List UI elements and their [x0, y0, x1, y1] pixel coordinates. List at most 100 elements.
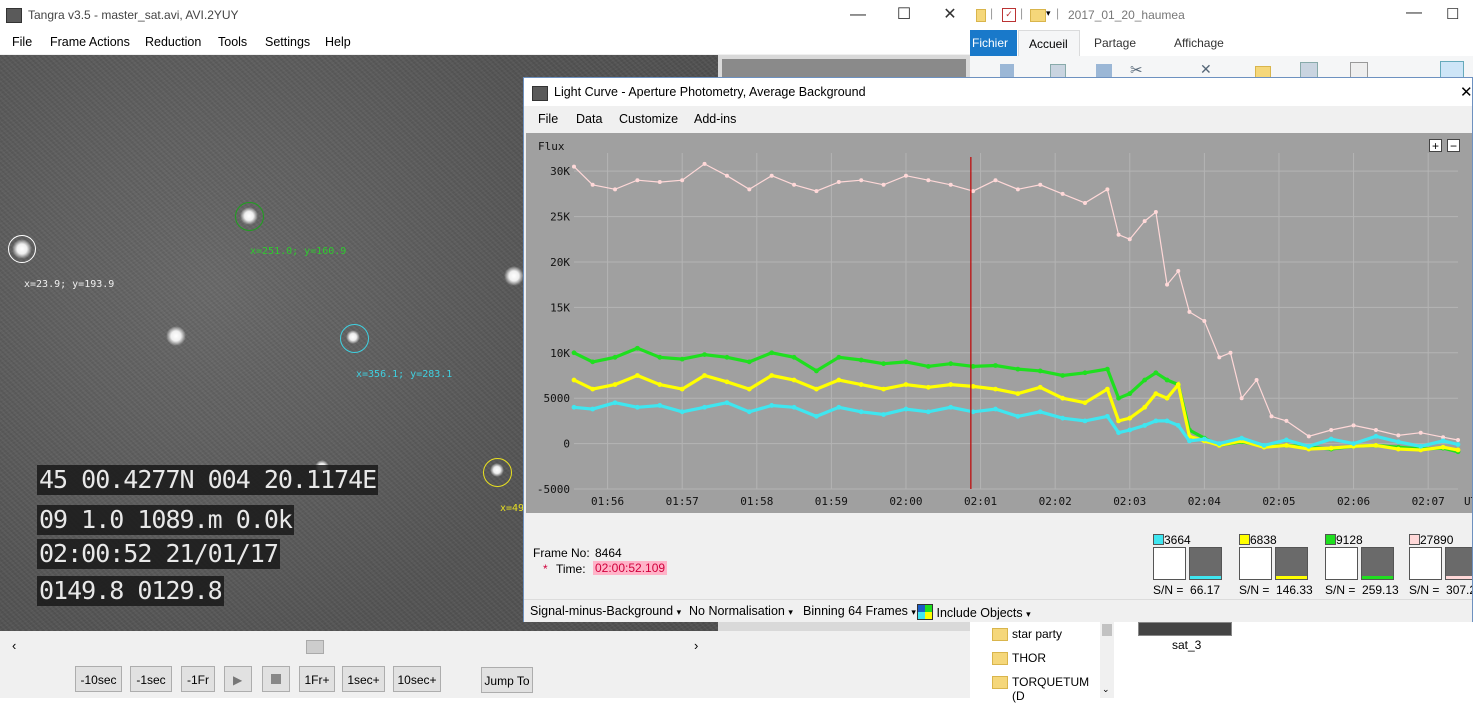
data-point-27890 [1329, 427, 1334, 432]
data-point-6838 [948, 382, 954, 387]
forward-1sec-button[interactable]: 1sec+ [342, 666, 385, 692]
data-point-27890 [903, 173, 908, 178]
data-point-27890 [1060, 191, 1065, 196]
forward-10sec-button[interactable]: 10sec+ [393, 666, 441, 692]
target-aperture[interactable] [340, 324, 369, 353]
menu-add-ins[interactable]: Add-ins [694, 112, 736, 126]
binning-label: Binning 64 Frames [803, 604, 908, 618]
menu-tools[interactable]: Tools [218, 35, 247, 49]
close-icon[interactable]: ✕ [940, 6, 960, 24]
minimize-icon[interactable]: — [848, 6, 868, 24]
signal-mode-label: Signal-minus-Background [530, 604, 674, 618]
data-point-6838 [769, 373, 775, 378]
data-point-3664 [1351, 441, 1356, 446]
folder-item[interactable]: TORQUETUM (D [1012, 675, 1100, 703]
scroll-thumb[interactable] [1102, 624, 1112, 636]
object-panel[interactable]: 9128 S/N = 259.13 [1324, 533, 1410, 597]
data-point-3664 [1328, 436, 1334, 442]
time-label: Time: [556, 562, 586, 576]
maximize-icon[interactable]: ☐ [894, 6, 914, 24]
menu-data[interactable]: Data [576, 112, 602, 126]
folder-item[interactable]: star party [1012, 627, 1062, 641]
data-point-3664 [1306, 443, 1312, 449]
tab-accueil[interactable]: Accueil [1018, 30, 1080, 57]
menu-help[interactable]: Help [325, 35, 351, 49]
tab-partage[interactable]: Partage [1094, 36, 1136, 50]
data-point-27890 [769, 173, 774, 178]
frame-scrollbar[interactable]: ‹ › [0, 636, 718, 656]
target-aperture[interactable] [235, 202, 264, 231]
data-point-3664 [571, 404, 577, 410]
new-item-icon[interactable] [1300, 62, 1318, 78]
target-aperture[interactable] [8, 235, 36, 263]
object-panel[interactable]: 27890 S/N = 307.24 [1408, 533, 1472, 597]
x-tick-label: 02:07 [1412, 495, 1445, 508]
binning-dropdown[interactable]: Binning 64 Frames ▾ [803, 604, 916, 618]
target-coordinates: x=356.1; y=283.1 [356, 369, 453, 380]
data-point-9128 [1060, 373, 1066, 378]
zoom-out-button[interactable]: − [1447, 139, 1460, 152]
data-point-3664 [1284, 437, 1289, 443]
chevron-right-icon[interactable]: › [694, 638, 698, 653]
back-1frame-button[interactable]: -1Fr [181, 666, 215, 692]
new-folder-icon[interactable] [1030, 9, 1046, 22]
object-thumbnail [1325, 547, 1358, 580]
zoom-in-button[interactable]: + [1429, 139, 1442, 152]
data-point-9128 [1127, 391, 1133, 397]
object-panel[interactable]: 3664 S/N = 66.17 [1152, 533, 1238, 597]
scrollbar[interactable]: ⌄ [1100, 622, 1114, 698]
target-coordinates: x=251.0; y=160.9 [250, 246, 347, 257]
back-10sec-button[interactable]: -10sec [75, 666, 122, 692]
chevron-left-icon[interactable]: ‹ [12, 638, 16, 653]
minimize-icon[interactable]: — [1406, 4, 1422, 22]
delete-icon[interactable]: ✕ [1200, 61, 1212, 78]
include-objects-dropdown[interactable]: Include Objects ▾ [917, 604, 1031, 620]
signal-mode-dropdown[interactable]: Signal-minus-Background ▾ [530, 604, 681, 618]
jump-to-button[interactable]: Jump To [481, 667, 533, 693]
x-tick-label: 01:58 [740, 495, 773, 508]
chevron-down-icon[interactable]: ⌄ [1102, 684, 1110, 695]
chart-svg[interactable]: Flux 30K 25K 20K 15K 10K 5000 0 -5000 01:56 01:57 0… [526, 133, 1473, 513]
data-point-9128 [1104, 366, 1110, 372]
data-point-6838 [903, 382, 909, 387]
data-point-27890 [680, 178, 685, 183]
chevron-down-icon[interactable]: ▾ [1046, 8, 1051, 19]
back-1sec-button[interactable]: -1sec [130, 666, 172, 692]
data-point-3664 [881, 412, 886, 417]
data-point-3664 [948, 404, 954, 410]
normalisation-dropdown[interactable]: No Normalisation ▾ [689, 604, 793, 618]
close-icon[interactable]: ✕ [1460, 83, 1473, 101]
stop-button[interactable] [262, 666, 290, 692]
menu-settings[interactable]: Settings [265, 35, 310, 49]
data-point-27890 [635, 178, 640, 183]
target-aperture[interactable] [483, 458, 512, 487]
play-button[interactable]: ▶ [224, 666, 252, 692]
maximize-icon[interactable]: ☐ [1446, 5, 1459, 23]
thumbnail-label[interactable]: sat_3 [1172, 638, 1201, 652]
menu-reduction[interactable]: Reduction [145, 35, 201, 49]
data-point-27890 [1165, 282, 1170, 287]
tab-affichage[interactable]: Affichage [1174, 36, 1224, 50]
thumbnail[interactable] [1138, 622, 1232, 636]
menu-file[interactable]: File [12, 35, 32, 49]
light-curve-plot[interactable]: Flux 30K 25K 20K 15K 10K 5000 0 -5000 01:56 01:57 0… [526, 133, 1473, 513]
y-tick-label: 20K [550, 256, 570, 269]
menu-frame-actions[interactable]: Frame Actions [50, 35, 130, 49]
object-color-swatch [1239, 534, 1250, 545]
data-point-6838 [1116, 418, 1121, 424]
target-coordinates: x=23.9; y=193.9 [24, 279, 115, 290]
forward-1frame-button[interactable]: 1Fr+ [299, 666, 335, 692]
data-point-3664 [1082, 418, 1088, 424]
pin-icon[interactable] [1000, 64, 1014, 78]
data-point-27890 [1217, 355, 1222, 360]
properties-icon[interactable]: ✓ [1002, 8, 1016, 22]
data-point-3664 [702, 404, 707, 410]
menu-file[interactable]: File [538, 112, 558, 126]
tab-fichier[interactable]: Fichier [970, 30, 1017, 56]
menu-customize[interactable]: Customize [619, 112, 678, 126]
data-point-6838 [590, 386, 596, 392]
data-point-3664 [1455, 442, 1461, 447]
scroll-thumb[interactable] [306, 640, 324, 654]
folder-item[interactable]: THOR [1012, 651, 1046, 665]
object-panel[interactable]: 6838 S/N = 146.33 [1238, 533, 1324, 597]
